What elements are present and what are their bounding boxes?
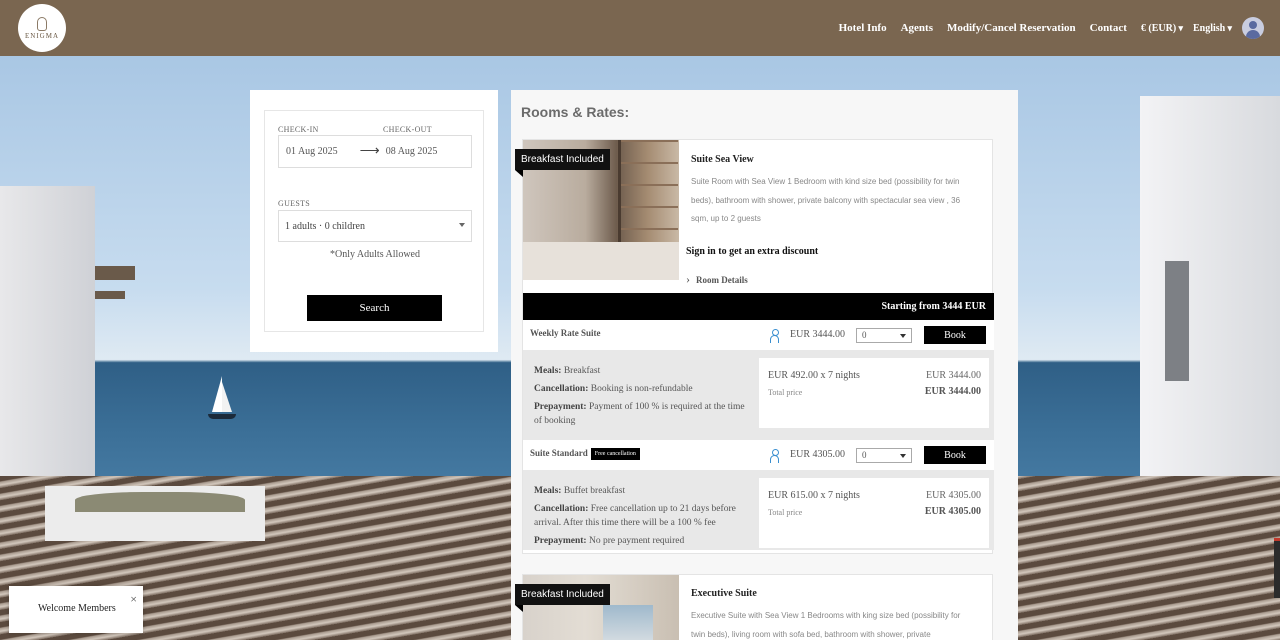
person-icon bbox=[770, 449, 779, 463]
prepayment-info: Prepayment: Payment of 100 % is required… bbox=[534, 402, 745, 426]
hotel-logo[interactable]: ENIGMA bbox=[18, 4, 66, 52]
main-nav: Hotel Info Agents Modify/Cancel Reservat… bbox=[839, 0, 1280, 56]
cancellation-info: Cancellation: Booking is non-refundable bbox=[534, 384, 693, 394]
meals-info: Meals: Breakfast bbox=[534, 366, 601, 376]
rate-row: Suite Standard Free cancellation EUR 4305… bbox=[523, 440, 994, 470]
planter bbox=[45, 486, 265, 541]
price-summary: EUR 615.00 x 7 nights Total price EUR 43… bbox=[759, 478, 989, 548]
checkin-date[interactable]: 01 Aug 2025 bbox=[286, 146, 338, 157]
rate-price: EUR 4305.00 bbox=[790, 449, 845, 460]
room-card: Breakfast Included Suite Sea View Suite … bbox=[515, 139, 994, 554]
rate-row: Weekly Rate Suite EUR 3444.00 0 Book bbox=[523, 320, 994, 350]
search-panel: CHECK-IN CHECK-OUT 01 Aug 2025 ⟶ 08 Aug … bbox=[250, 90, 498, 352]
quantity-select[interactable]: 0 bbox=[856, 448, 912, 463]
arrow-right-icon: ⟶ bbox=[359, 144, 380, 159]
price-summary: EUR 492.00 x 7 nights Total price EUR 34… bbox=[759, 358, 989, 428]
guests-select[interactable]: 1 adults · 0 children bbox=[278, 210, 472, 242]
rate-details: Meals: Buffet breakfast Cancellation: Fr… bbox=[523, 470, 994, 550]
sailboat-icon bbox=[208, 376, 236, 420]
close-icon[interactable]: × bbox=[130, 592, 137, 607]
currency-dropdown[interactable]: € (EUR) bbox=[1141, 23, 1183, 34]
quantity-select[interactable]: 0 bbox=[856, 328, 912, 343]
rooms-panel: Rooms & Rates: Breakfast Included Suite … bbox=[511, 90, 1018, 640]
breakfast-badge: Breakfast Included bbox=[515, 584, 610, 612]
breakfast-badge: Breakfast Included bbox=[515, 149, 610, 177]
total-price-label: Total price bbox=[768, 508, 803, 517]
room-details-link[interactable]: Room Details bbox=[686, 272, 748, 287]
wood-beam bbox=[95, 266, 135, 280]
nav-hotel-info[interactable]: Hotel Info bbox=[839, 22, 887, 34]
room-name[interactable]: Executive Suite bbox=[691, 588, 757, 599]
total-price: EUR 4305.00 bbox=[924, 506, 981, 517]
book-button[interactable]: Book bbox=[924, 446, 986, 464]
rate-details: Meals: Breakfast Cancellation: Booking i… bbox=[523, 350, 994, 440]
signin-discount-link[interactable]: Sign in to get an extra discount bbox=[686, 246, 818, 257]
cancellation-info: Cancellation: Free cancellation up to 21… bbox=[534, 504, 736, 528]
logo-text: ENIGMA bbox=[25, 31, 59, 40]
rate-name: Suite Standard Free cancellation bbox=[530, 448, 640, 460]
nightly-calc: EUR 615.00 x 7 nights bbox=[768, 490, 860, 501]
building-window bbox=[1165, 261, 1189, 381]
room-name[interactable]: Suite Sea View bbox=[691, 154, 754, 165]
welcome-popup[interactable]: Welcome Members × bbox=[9, 586, 143, 633]
total-price: EUR 3444.00 bbox=[924, 386, 981, 397]
language-dropdown[interactable]: English bbox=[1193, 23, 1232, 34]
nightly-calc: EUR 492.00 x 7 nights bbox=[768, 370, 860, 381]
date-range-input[interactable]: 01 Aug 2025 ⟶ 08 Aug 2025 bbox=[278, 135, 472, 168]
checkin-label: CHECK-IN bbox=[278, 125, 319, 134]
top-header: ENIGMA Hotel Info Agents Modify/Cancel R… bbox=[0, 0, 1280, 56]
starting-price-bar: Starting from 3444 EUR bbox=[523, 293, 994, 320]
checkout-date[interactable]: 08 Aug 2025 bbox=[386, 146, 438, 157]
search-form: CHECK-IN CHECK-OUT 01 Aug 2025 ⟶ 08 Aug … bbox=[264, 110, 484, 332]
search-button[interactable]: Search bbox=[307, 295, 442, 321]
meals-info: Meals: Buffet breakfast bbox=[534, 486, 626, 496]
book-button[interactable]: Book bbox=[924, 326, 986, 344]
checkout-label: CHECK-OUT bbox=[383, 125, 432, 134]
user-avatar-icon[interactable] bbox=[1242, 17, 1264, 39]
rate-price: EUR 3444.00 bbox=[790, 329, 845, 340]
nav-agents[interactable]: Agents bbox=[901, 22, 933, 34]
rate-name: Weekly Rate Suite bbox=[530, 328, 601, 338]
subtotal: EUR 4305.00 bbox=[926, 490, 981, 501]
rooms-title: Rooms & Rates: bbox=[521, 104, 630, 120]
guests-label: GUESTS bbox=[278, 199, 311, 208]
chevron-down-icon bbox=[459, 223, 465, 227]
free-cancellation-badge: Free cancellation bbox=[590, 448, 640, 460]
person-icon bbox=[770, 329, 779, 343]
welcome-text: Welcome Members bbox=[38, 603, 116, 614]
room-description: Executive Suite with Sea View 1 Bedrooms… bbox=[691, 611, 961, 639]
room-description: Suite Room with Sea View 1 Bedroom with … bbox=[691, 177, 961, 223]
prepayment-info: Prepayment: No pre payment required bbox=[534, 536, 685, 546]
total-price-label: Total price bbox=[768, 388, 803, 397]
logo-mark-icon bbox=[37, 16, 47, 31]
nav-modify-cancel[interactable]: Modify/Cancel Reservation bbox=[947, 22, 1076, 34]
wood-beam bbox=[95, 291, 125, 299]
adults-only-note: *Only Adults Allowed bbox=[329, 249, 420, 260]
guests-value: 1 adults · 0 children bbox=[285, 220, 365, 232]
room-card: Breakfast Included Executive Suite Execu… bbox=[515, 574, 993, 640]
subtotal: EUR 3444.00 bbox=[926, 370, 981, 381]
side-widget-tab[interactable] bbox=[1274, 538, 1280, 598]
nav-contact[interactable]: Contact bbox=[1090, 22, 1127, 34]
